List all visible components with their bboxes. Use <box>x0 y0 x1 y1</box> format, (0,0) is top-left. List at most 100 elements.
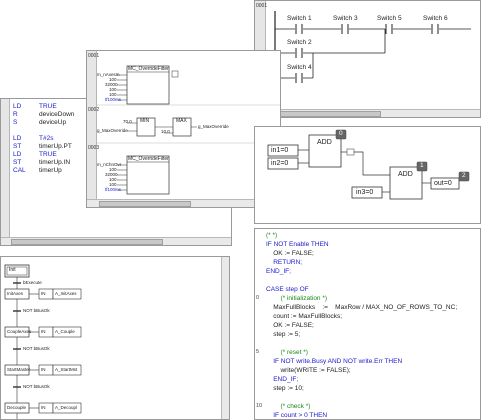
st-code-line[interactable]: MaxFullBlocks := MaxRow / MAX_NO_OF_ROWS… <box>266 303 457 312</box>
il-instruction-row[interactable] <box>13 127 39 135</box>
st-code-line[interactable]: write(WRITE := FALSE); <box>266 366 350 375</box>
il-operand: TRUE <box>39 103 57 110</box>
fbd-block-2-input: g_MaxOverride <box>97 128 128 133</box>
fbd-block-1-in-5: tf100ms <box>105 97 122 102</box>
sfc-step[interactable]: Decouple <box>7 405 26 410</box>
st-code-line[interactable]: END_IF; <box>266 375 298 384</box>
cfc-input-in2[interactable]: in2=0 <box>271 160 288 167</box>
contact-switch-5[interactable] <box>385 24 393 34</box>
sfc-step[interactable]: CoupleAxes <box>7 329 31 334</box>
ladder-editor-pane[interactable]: 0001 Switch 1 Switch 3 Switch 5 Switch 6… <box>254 0 481 118</box>
cfc-input-in3[interactable]: in3=0 <box>356 189 373 196</box>
st-code-line[interactable]: CASE step OF <box>266 285 309 294</box>
il-instruction-row[interactable]: CAL timerUp <box>13 167 62 175</box>
il-operator: LD <box>13 103 22 110</box>
sfc-diagram: Init bExecute InitAxes IN A_InitAxes NOT bBus… <box>1 257 223 419</box>
st-code-line[interactable]: step := 5; <box>266 330 300 339</box>
label-switch-3: Switch 3 <box>333 15 358 22</box>
fbd-block-1-title[interactable]: MC_OverrideFilter <box>128 66 169 72</box>
fbd-max-block-label[interactable]: MAX <box>176 118 187 124</box>
st-case-label: 0 <box>256 295 260 301</box>
sfc-action-name[interactable]: A_StartMst <box>55 367 77 372</box>
fbd-editor-pane[interactable]: 0001 0002 0003 MC_OverrideFilter m_nAxes… <box>86 50 281 208</box>
il-horizontal-scrollbar[interactable] <box>1 237 231 245</box>
sfc-init-step[interactable]: Init <box>9 267 16 273</box>
cfc-add-block-2[interactable]: ADD <box>398 171 413 178</box>
cfc-input-in1[interactable]: in1=0 <box>271 147 288 154</box>
sfc-action-name[interactable]: A_Decoupl <box>55 405 77 410</box>
il-gutter <box>1 99 10 245</box>
fbd-const-1: 70.0 <box>123 119 132 124</box>
st-code-line[interactable]: (* check *) <box>266 402 310 411</box>
il-instruction-row[interactable]: LD T#2s <box>13 135 53 143</box>
st-code-line[interactable]: END_IF; <box>266 267 291 276</box>
il-instruction-row[interactable]: LD TRUE <box>13 103 57 111</box>
st-code-line[interactable]: (* initialization *) <box>266 294 327 303</box>
st-code-line[interactable]: (* *) <box>266 231 277 240</box>
il-operand: timerUp.IN <box>39 159 71 166</box>
fbd-block-3-in-5: tf100ms <box>105 187 122 192</box>
sfc-transition[interactable]: NOT bBusOk <box>23 346 50 351</box>
st-case-label: 5 <box>256 349 260 355</box>
il-operator: ST <box>13 159 22 166</box>
cfc-diagram <box>267 129 470 200</box>
il-operator: LD <box>13 151 22 158</box>
st-code-line[interactable]: (* reset *) <box>266 348 307 357</box>
fbd-block-3-title[interactable]: MC_OverrideFilter <box>128 156 169 162</box>
contact-switch-3[interactable] <box>341 24 349 34</box>
contact-switch-1[interactable] <box>295 24 303 34</box>
il-operand: T#2s <box>39 135 54 142</box>
label-switch-5: Switch 5 <box>377 15 402 22</box>
cfc-order-badge-0: 0 <box>339 130 343 137</box>
label-switch-6: Switch 6 <box>423 15 448 22</box>
st-code-line[interactable]: IF NOT Enable THEN <box>266 240 329 249</box>
cfc-editor-pane[interactable]: in1=0 in2=0 ADD 0 in3=0 ADD 1 out=0 2 <box>254 126 481 224</box>
label-switch-1: Switch 1 <box>287 15 312 22</box>
st-code-line[interactable]: IF count > 0 THEN <box>266 411 327 419</box>
il-instruction-row[interactable]: LD TRUE <box>13 151 57 159</box>
cfc-order-badge-1: 1 <box>420 162 424 169</box>
cfc-order-badge-2: 2 <box>462 172 466 179</box>
contact-switch-6[interactable] <box>431 24 439 34</box>
sfc-step[interactable]: StartMaster <box>7 367 30 372</box>
sfc-transition[interactable]: NOT bBusOk <box>23 308 50 313</box>
il-operator: ST <box>13 143 22 150</box>
cfc-output-out[interactable]: out=0 <box>434 180 452 187</box>
il-operand: TRUE <box>39 151 57 158</box>
il-instruction-row[interactable]: SdeviceUp <box>13 119 66 127</box>
sfc-action-name[interactable]: A_Couple <box>55 329 75 334</box>
st-code-line[interactable]: IF NOT write.Busy AND NOT write.Err THEN <box>266 357 402 366</box>
sfc-action-name[interactable]: A_InitAxes <box>55 291 77 296</box>
ladder-horizontal-scrollbar[interactable] <box>255 109 480 117</box>
il-instruction-row[interactable]: ST timerUp.IN <box>13 159 70 167</box>
sfc-action-qualifier: IN <box>41 366 46 372</box>
il-operand: timerUp <box>39 167 62 174</box>
st-code-line[interactable]: OK := FALSE; <box>266 321 314 330</box>
il-operator: R <box>13 111 18 118</box>
il-instruction-row[interactable]: ST timerUp.PT <box>13 143 72 151</box>
contact-switch-2[interactable] <box>295 48 303 58</box>
label-switch-2: Switch 2 <box>287 39 312 46</box>
il-instruction-row[interactable]: RdeviceDown <box>13 111 74 119</box>
contact-switch-4[interactable] <box>295 73 303 83</box>
st-code-line[interactable]: count := MaxFullBlocks; <box>266 312 342 321</box>
label-switch-4: Switch 4 <box>287 64 312 71</box>
sfc-action-qualifier: IN <box>41 290 46 296</box>
st-code-line[interactable]: RETURN; <box>266 258 302 267</box>
st-code-line[interactable]: step := 10; <box>266 384 304 393</box>
sfc-action-qualifier: IN <box>41 328 46 334</box>
il-operator: LD <box>13 135 22 142</box>
sfc-action-qualifier: IN <box>41 404 46 410</box>
st-editor-pane[interactable]: (* *) IF NOT Enable THEN OK := FALSE; RET… <box>254 228 481 420</box>
sfc-init-transition[interactable]: bExecute <box>23 280 42 285</box>
fbd-min-block-label[interactable]: MIN <box>140 118 149 124</box>
fbd-horizontal-scrollbar[interactable] <box>87 199 280 207</box>
sfc-editor-pane[interactable]: Init bExecute InitAxes IN A_InitAxes NOT bBus… <box>0 256 230 420</box>
il-operand: deviceDown <box>39 111 75 118</box>
st-code-line[interactable]: OK := FALSE; <box>266 249 314 258</box>
sfc-step[interactable]: InitAxes <box>7 291 23 296</box>
cfc-add-block-1[interactable]: ADD <box>317 139 332 146</box>
sfc-vertical-scrollbar[interactable] <box>221 257 229 419</box>
il-operand: timerUp.PT <box>39 143 72 150</box>
sfc-transition[interactable]: NOT bBusOk <box>23 384 50 389</box>
